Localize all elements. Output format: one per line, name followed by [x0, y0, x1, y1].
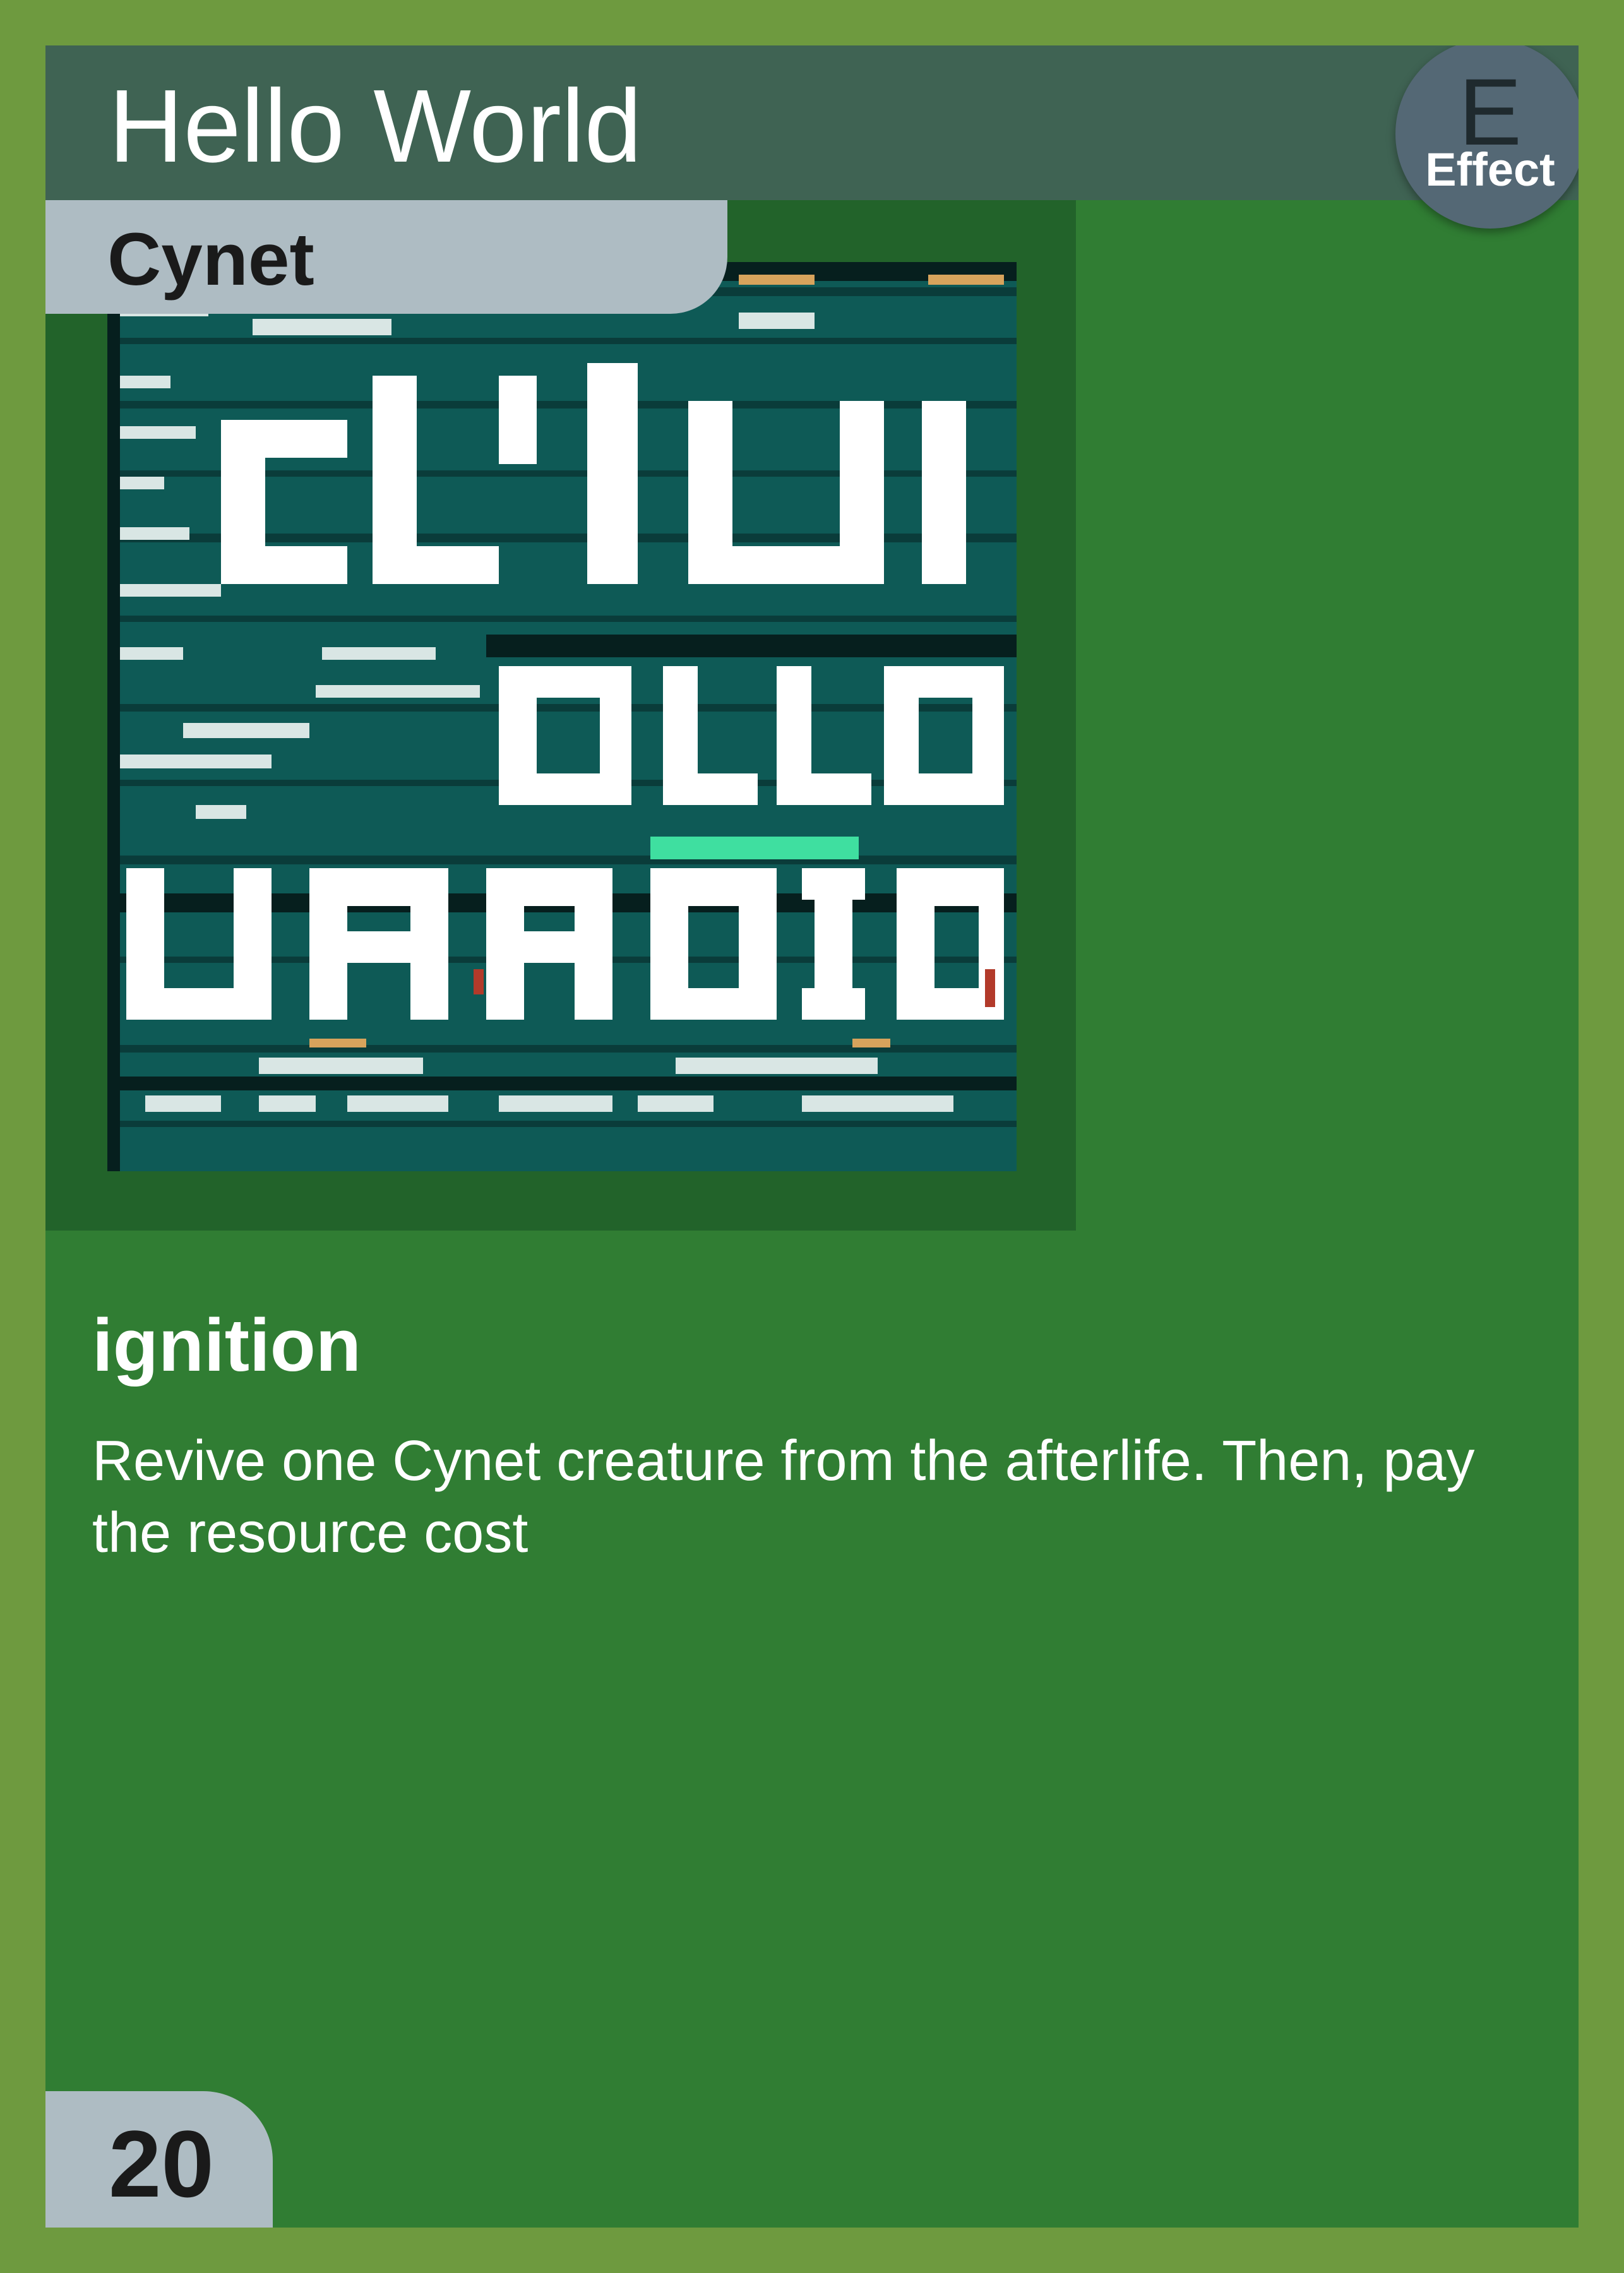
title-bar: Hello World — [45, 45, 1579, 200]
card: Hello World Cynet E Effect ignition Revi… — [45, 45, 1579, 2228]
cost-tab: 20 — [45, 2091, 273, 2228]
card-artwork — [107, 262, 1017, 1171]
type-label: Effect — [1425, 143, 1555, 196]
card-type-badge: E Effect — [1395, 45, 1579, 229]
card-title: Hello World — [109, 68, 642, 184]
ability-name: ignition — [92, 1304, 361, 1387]
faction-tab: Cynet — [45, 200, 727, 314]
faction-label: Cynet — [107, 218, 314, 301]
ability-text: Revive one Cynet creature from the after… — [92, 1429, 1475, 1565]
cost-value: 20 — [109, 2111, 214, 2217]
artwork-image — [107, 262, 1017, 1171]
